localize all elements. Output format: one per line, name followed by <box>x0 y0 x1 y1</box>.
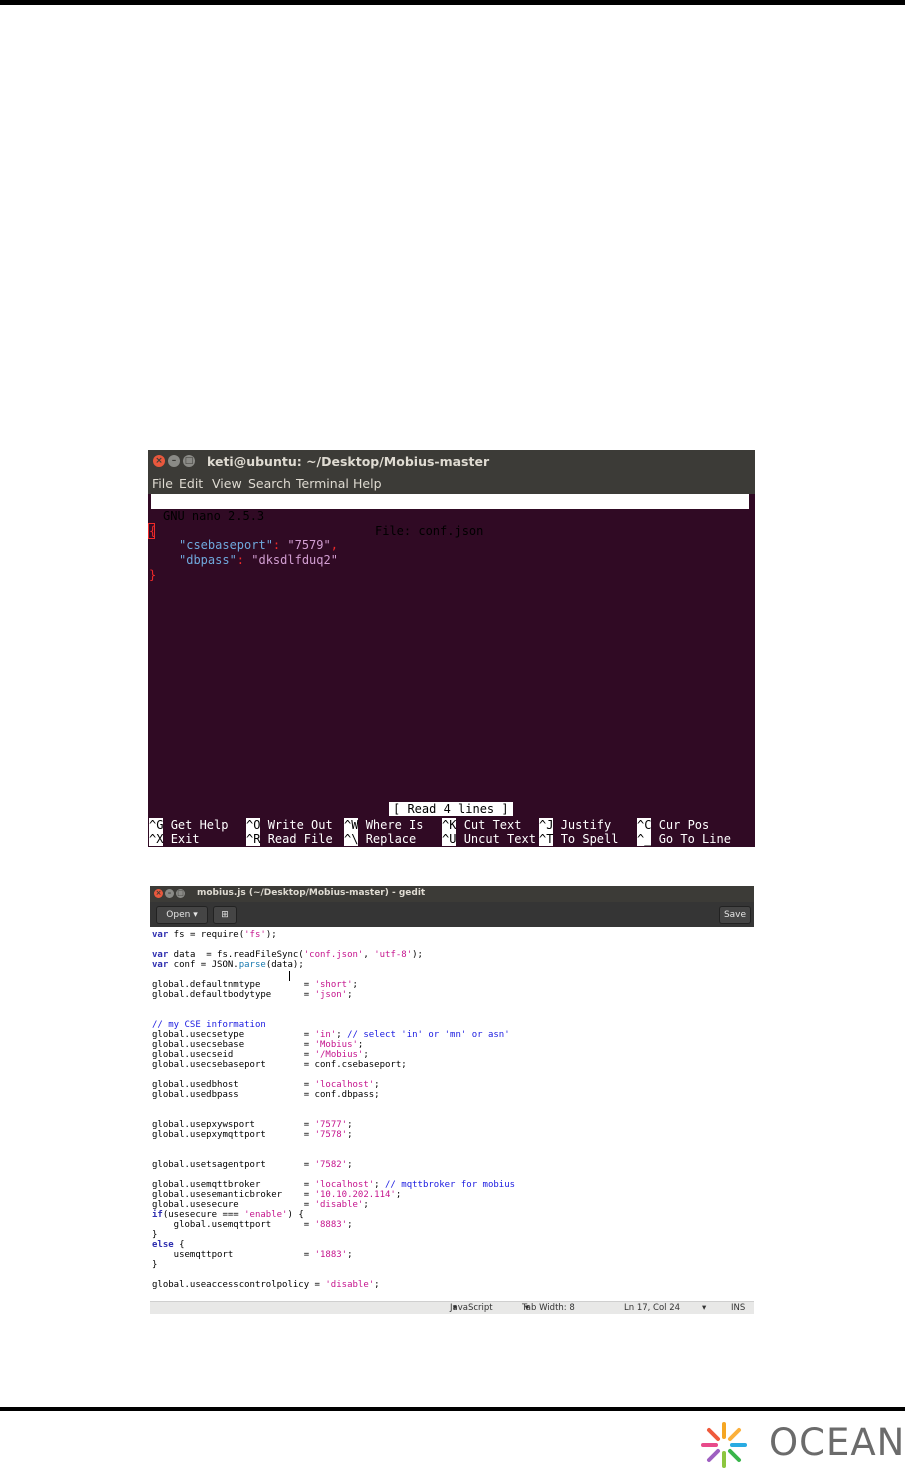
code-line: global.usetsagentport = '7582'; <box>152 1160 353 1170</box>
json-close-brace: } <box>149 568 157 582</box>
code-line: } <box>152 1260 158 1270</box>
menu-edit[interactable]: Edit <box>179 476 203 491</box>
ocean-logo-text: OCEAN <box>769 1421 905 1464</box>
terminal-titlebar[interactable]: × – □ keti@ubuntu: ~/Desktop/Mobius-master <box>148 450 755 474</box>
close-icon[interactable]: × <box>153 455 165 467</box>
chevron-down-icon: ▾ <box>452 1303 457 1313</box>
chevron-down-icon[interactable]: ▾ <box>702 1302 706 1314</box>
nano-version: GNU nano 2.5.3 <box>163 509 265 523</box>
minimize-icon[interactable]: – <box>165 889 174 898</box>
terminal-title: keti@ubuntu: ~/Desktop/Mobius-master <box>207 454 490 469</box>
code-line: if(usesecure === 'enable') { <box>152 1210 304 1220</box>
code-line: global.usemqttport = '8883'; <box>152 1220 353 1230</box>
code-line: var fs = require('fs'); <box>152 930 277 940</box>
nano-status-message: [ Read 4 lines ] <box>389 802 513 816</box>
json-value: "dksdlfduq2" <box>251 553 338 567</box>
shortcut-replace[interactable]: ^\ Replace <box>344 832 416 846</box>
json-value: "7579" <box>287 538 331 552</box>
close-icon[interactable]: × <box>154 889 163 898</box>
json-open-brace: { <box>149 524 157 538</box>
code-line: global.usemqttbroker = 'localhost'; // m… <box>152 1180 516 1190</box>
shortcut-exit[interactable]: ^X Exit <box>149 832 200 846</box>
menu-file[interactable]: File <box>152 476 173 491</box>
maximize-icon[interactable]: □ <box>176 889 185 898</box>
code-line: global.defaultnmtype = 'short'; <box>152 980 358 990</box>
menu-search[interactable]: Search <box>248 476 291 491</box>
minimize-icon[interactable]: – <box>168 455 180 467</box>
maximize-icon[interactable]: □ <box>183 455 195 467</box>
json-key: "csebaseport" <box>179 538 273 552</box>
code-editor[interactable]: var fs = require('fs'); var data = fs.re… <box>150 927 754 1301</box>
code-line: global.usepxywsport = '7577'; <box>152 1120 353 1130</box>
new-document-icon: ⊞ <box>221 910 229 920</box>
nano-filename: File: conf.json <box>375 524 484 538</box>
code-line: global.usedbpass = conf.dbpass; <box>152 1090 380 1100</box>
code-line: global.usedbhost = 'localhost'; <box>152 1080 380 1090</box>
shortcut-get-help[interactable]: ^G Get Help <box>149 818 228 832</box>
code-line: global.usecsebase = 'Mobius'; <box>152 1040 364 1050</box>
gedit-titlebar[interactable]: × – □ mobius.js (~/Desktop/Mobius-master) … <box>150 886 754 902</box>
code-line: } <box>152 1230 158 1240</box>
code-line: usemqttport = '1883'; <box>152 1250 353 1260</box>
new-tab-button[interactable]: ⊞ <box>213 906 237 924</box>
chevron-down-icon: ▾ <box>524 1303 529 1313</box>
json-line-dbpass: "dbpass": "dksdlfduq2" <box>179 553 338 567</box>
code-line: global.usesecure = 'disable'; <box>152 1200 369 1210</box>
code-line: global.defaultbodytype = 'json'; <box>152 990 353 1000</box>
code-line: var data = fs.readFileSync('conf.json', … <box>152 950 423 960</box>
menu-view[interactable]: View <box>212 476 242 491</box>
nano-header: GNU nano 2.5.3 File: conf.json <box>151 494 749 538</box>
cursor-position[interactable]: Ln 17, Col 24 <box>624 1302 680 1314</box>
terminal-window[interactable]: × – □ keti@ubuntu: ~/Desktop/Mobius-master… <box>148 450 755 847</box>
shortcut-to-spell[interactable]: ^T To Spell <box>539 832 618 846</box>
code-line: global.usecsetype = 'in'; // select 'in'… <box>152 1030 510 1040</box>
chevron-down-icon: ▾ <box>193 910 198 920</box>
open-button[interactable]: Open ▾ <box>156 906 208 924</box>
gedit-toolbar: Open ▾ ⊞ Save <box>150 902 754 927</box>
gedit-statusbar: JavaScript ▾ Tab Width: 8 ▾ Ln 17, Col 2… <box>150 1301 754 1314</box>
top-rule <box>0 0 905 5</box>
json-line-csebaseport: "csebaseport": "7579", <box>179 538 338 552</box>
json-key: "dbpass" <box>179 553 237 567</box>
code-line: global.usepxymqttport = '7578'; <box>152 1130 353 1140</box>
menu-terminal[interactable]: Terminal <box>296 476 349 491</box>
insert-mode[interactable]: INS <box>731 1302 745 1314</box>
terminal-menubar: File Edit View Search Terminal Help <box>148 474 755 494</box>
shortcut-go-to-line[interactable]: ^_ Go To Line <box>637 832 731 846</box>
code-line: // my CSE information <box>152 1020 266 1030</box>
shortcut-cut-text[interactable]: ^K Cut Text <box>442 818 521 832</box>
shortcut-cur-pos[interactable]: ^C Cur Pos <box>637 818 709 832</box>
code-line: global.usecseid = '/Mobius'; <box>152 1050 369 1060</box>
code-line: var conf = JSON.parse(data); <box>152 960 304 970</box>
shortcut-uncut-text[interactable]: ^U Uncut Text <box>442 832 536 846</box>
shortcut-write-out[interactable]: ^O Write Out <box>246 818 333 832</box>
ocean-logo-icon <box>701 1422 747 1468</box>
code-line: else { <box>152 1240 185 1250</box>
menu-help[interactable]: Help <box>353 476 382 491</box>
shortcut-read-file[interactable]: ^R Read File <box>246 832 333 846</box>
code-line: global.usecsebaseport = conf.csebaseport… <box>152 1060 407 1070</box>
bottom-rule <box>0 1407 905 1411</box>
gedit-title: mobius.js (~/Desktop/Mobius-master) - ge… <box>197 888 426 898</box>
code-line: global.useaccesscontrolpolicy = 'disable… <box>152 1280 380 1290</box>
language-selector[interactable]: JavaScript ▾ <box>450 1302 493 1314</box>
shortcut-where-is[interactable]: ^W Where Is <box>344 818 423 832</box>
tab-width-selector[interactable]: Tab Width: 8 ▾ <box>522 1302 575 1314</box>
code-line: global.usesemanticbroker = '10.10.202.11… <box>152 1190 402 1200</box>
gedit-window[interactable]: × – □ mobius.js (~/Desktop/Mobius-master) … <box>150 886 754 1314</box>
shortcut-justify[interactable]: ^J Justify <box>539 818 611 832</box>
save-button[interactable]: Save <box>719 906 751 924</box>
